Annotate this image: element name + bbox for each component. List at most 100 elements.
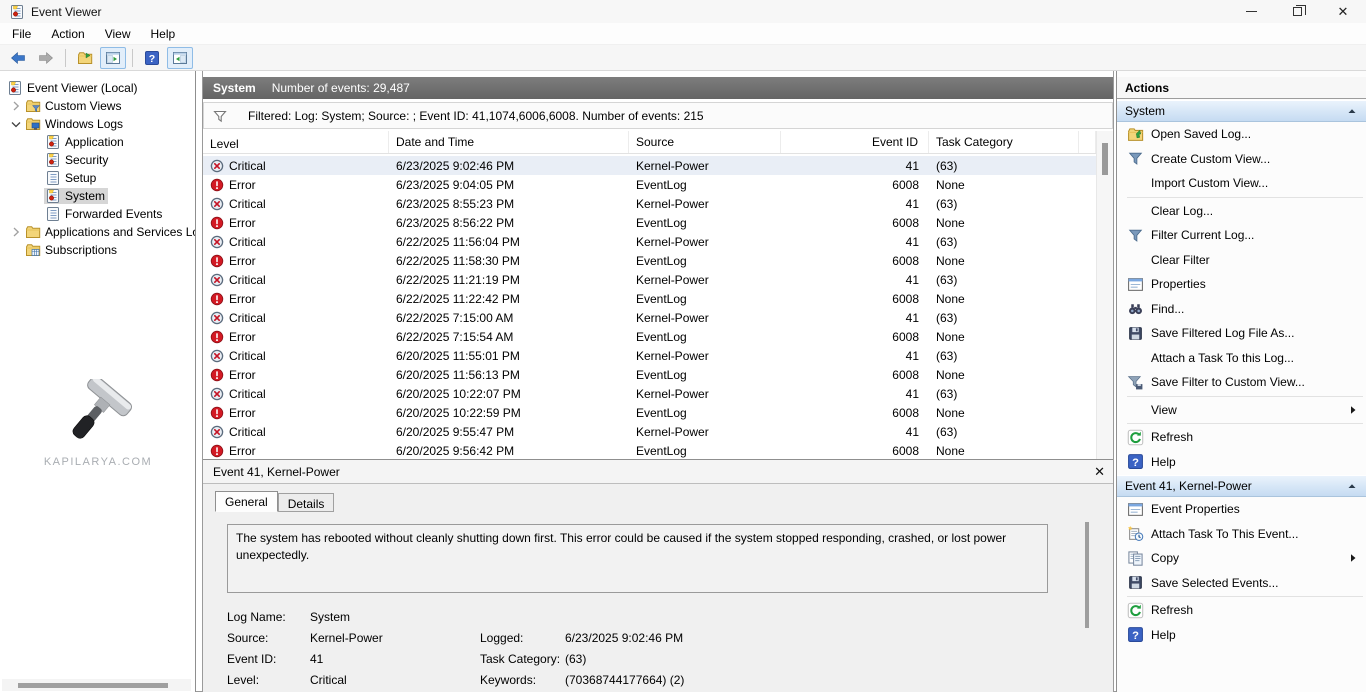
- action-clear-log-[interactable]: Clear Log...: [1117, 199, 1366, 224]
- event-field-row: Event ID:41Task Category:(63): [227, 652, 1073, 673]
- sidebar-item-application[interactable]: Application: [0, 133, 195, 151]
- table-row[interactable]: Error6/22/2025 11:58:30 PMEventLog6008No…: [203, 251, 1096, 270]
- sidebar-item-custom-views[interactable]: Custom Views: [0, 97, 195, 115]
- table-row[interactable]: Critical6/23/2025 8:55:23 PMKernel-Power…: [203, 194, 1096, 213]
- table-header: LevelDate and TimeSourceEvent IDTask Cat…: [203, 131, 1096, 154]
- minimize-icon: [1246, 11, 1257, 12]
- tab-general[interactable]: General: [215, 491, 278, 512]
- menu-bar: FileActionViewHelp: [0, 23, 1366, 45]
- action-help[interactable]: ?Help: [1117, 450, 1366, 475]
- action-refresh[interactable]: Refresh: [1117, 425, 1366, 450]
- error-icon: [210, 368, 224, 382]
- column-header-event-id[interactable]: Event ID: [781, 131, 929, 153]
- toggle-action-pane-button[interactable]: [167, 47, 193, 69]
- svg-text:?: ?: [149, 53, 155, 65]
- chevron-right-icon[interactable]: [8, 224, 24, 240]
- table-row[interactable]: Critical6/20/2025 9:55:47 PMKernel-Power…: [203, 422, 1096, 441]
- table-row[interactable]: Critical6/22/2025 7:15:00 AMKernel-Power…: [203, 308, 1096, 327]
- action-import-custom-view-[interactable]: Import Custom View...: [1117, 171, 1366, 196]
- error-icon: [210, 216, 224, 230]
- error-icon: [210, 444, 224, 458]
- tree-horizontal-scrollbar-thumb[interactable]: [18, 683, 168, 688]
- action-help[interactable]: ?Help: [1117, 623, 1366, 648]
- sidebar-item-event-viewer-local-[interactable]: Event Viewer (Local): [0, 79, 195, 97]
- sidebar-item-applications-and-services-lo[interactable]: Applications and Services Lo: [0, 223, 195, 241]
- open-saved-log-button[interactable]: [72, 47, 98, 69]
- event-id-cell: 41: [781, 197, 929, 211]
- tab-details[interactable]: Details: [278, 493, 335, 512]
- column-header-date-and-time[interactable]: Date and Time: [389, 131, 629, 153]
- sidebar-item-subscriptions[interactable]: Subscriptions: [0, 241, 195, 259]
- action-event-properties[interactable]: Event Properties: [1117, 497, 1366, 522]
- table-row[interactable]: Error6/22/2025 11:22:42 PMEventLog6008No…: [203, 289, 1096, 308]
- table-row[interactable]: Error6/22/2025 7:15:54 AMEventLog6008Non…: [203, 327, 1096, 346]
- table-vertical-scrollbar-thumb[interactable]: [1102, 143, 1108, 175]
- table-row[interactable]: Error6/23/2025 8:56:22 PMEventLog6008Non…: [203, 213, 1096, 232]
- column-header-task-category[interactable]: Task Category: [929, 131, 1079, 153]
- forward-button[interactable]: [33, 47, 59, 69]
- chevron-up-icon[interactable]: [1346, 480, 1358, 492]
- level-cell: Error: [203, 330, 389, 344]
- table-row[interactable]: Error6/20/2025 11:56:13 PMEventLog6008No…: [203, 365, 1096, 384]
- window-title: Event Viewer: [31, 5, 101, 19]
- action-copy[interactable]: Copy: [1117, 546, 1366, 571]
- table-row[interactable]: Error6/23/2025 9:04:05 PMEventLog6008Non…: [203, 175, 1096, 194]
- action-filter-current-log-[interactable]: Filter Current Log...: [1117, 223, 1366, 248]
- tree-horizontal-scrollbar[interactable]: [2, 679, 191, 691]
- action-save-selected-events-[interactable]: Save Selected Events...: [1117, 571, 1366, 596]
- table-row[interactable]: Critical6/20/2025 11:55:01 PMKernel-Powe…: [203, 346, 1096, 365]
- action-properties[interactable]: Properties: [1117, 272, 1366, 297]
- action-separator: [1127, 423, 1363, 424]
- actions-section-event-41-kernel-power[interactable]: Event 41, Kernel-Power: [1117, 475, 1366, 497]
- sidebar-item-forwarded-events[interactable]: Forwarded Events: [0, 205, 195, 223]
- table-row[interactable]: Critical6/22/2025 11:56:04 PMKernel-Powe…: [203, 232, 1096, 251]
- table-row[interactable]: Error6/20/2025 10:22:59 PMEventLog6008No…: [203, 403, 1096, 422]
- menu-action[interactable]: Action: [41, 24, 94, 44]
- action-attach-task-to-this-event-[interactable]: Attach Task To This Event...: [1117, 522, 1366, 547]
- action-view[interactable]: View: [1117, 398, 1366, 423]
- close-button[interactable]: ✕: [1320, 0, 1366, 23]
- column-header-source[interactable]: Source: [629, 131, 781, 153]
- save-icon: [1127, 325, 1144, 342]
- level-cell: Critical: [203, 349, 389, 363]
- datetime-cell: 6/22/2025 11:56:04 PM: [389, 235, 629, 249]
- critical-icon: [210, 387, 224, 401]
- menu-file[interactable]: File: [2, 24, 41, 44]
- action-save-filtered-log-file-as-[interactable]: Save Filtered Log File As...: [1117, 321, 1366, 346]
- sidebar-item-windows-logs[interactable]: Windows Logs: [0, 115, 195, 133]
- menu-help[interactable]: Help: [141, 24, 186, 44]
- action-find-[interactable]: Find...: [1117, 297, 1366, 322]
- field-label2: Keywords:: [480, 673, 565, 692]
- action-clear-filter[interactable]: Clear Filter: [1117, 248, 1366, 273]
- chevron-up-icon[interactable]: [1346, 105, 1358, 117]
- detail-close-icon[interactable]: ✕: [1094, 464, 1105, 480]
- chevron-right-icon[interactable]: [8, 98, 24, 114]
- action-label: Save Filtered Log File As...: [1151, 326, 1294, 340]
- actions-section-title: Event 41, Kernel-Power: [1125, 479, 1252, 493]
- action-open-saved-log-[interactable]: Open Saved Log...: [1117, 122, 1366, 147]
- column-header-level[interactable]: Level: [203, 131, 389, 153]
- actions-section-system[interactable]: System: [1117, 100, 1366, 122]
- table-row[interactable]: Error6/20/2025 9:56:42 PMEventLog6008Non…: [203, 441, 1096, 459]
- action-save-filter-to-custom-view-[interactable]: Save Filter to Custom View...: [1117, 370, 1366, 395]
- toggle-console-tree-button[interactable]: [100, 47, 126, 69]
- detail-scrollbar-thumb[interactable]: [1085, 522, 1089, 628]
- event-id-cell: 6008: [781, 178, 929, 192]
- sidebar-item-setup[interactable]: Setup: [0, 169, 195, 187]
- table-row[interactable]: Critical6/22/2025 11:21:19 PMKernel-Powe…: [203, 270, 1096, 289]
- table-vertical-scrollbar[interactable]: [1096, 131, 1113, 459]
- action-refresh[interactable]: Refresh: [1117, 598, 1366, 623]
- action-attach-a-task-to-this-log-[interactable]: Attach a Task To this Log...: [1117, 346, 1366, 371]
- chevron-down-icon[interactable]: [8, 116, 24, 132]
- restore-button[interactable]: [1274, 0, 1320, 23]
- menu-view[interactable]: View: [95, 24, 141, 44]
- sidebar-item-system[interactable]: System: [0, 187, 195, 205]
- table-row[interactable]: Critical6/23/2025 9:02:46 PMKernel-Power…: [203, 156, 1096, 175]
- minimize-button[interactable]: [1228, 0, 1274, 23]
- action-create-custom-view-[interactable]: Create Custom View...: [1117, 147, 1366, 172]
- sidebar-item-security[interactable]: Security: [0, 151, 195, 169]
- table-row[interactable]: Critical6/20/2025 10:22:07 PMKernel-Powe…: [203, 384, 1096, 403]
- svg-text:?: ?: [1132, 630, 1139, 642]
- help-button[interactable]: ?: [139, 47, 165, 69]
- back-button[interactable]: [5, 47, 31, 69]
